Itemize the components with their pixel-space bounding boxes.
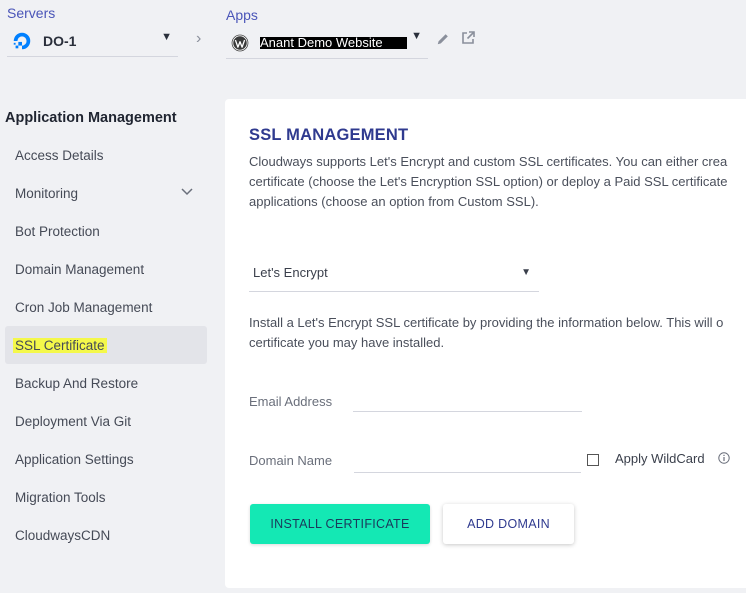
wildcard-checkbox[interactable] bbox=[587, 454, 599, 466]
sidebar-item-label: Cron Job Management bbox=[15, 299, 153, 315]
apps-label: Apps bbox=[226, 7, 258, 23]
add-domain-button[interactable]: ADD DOMAIN bbox=[443, 504, 574, 544]
ssl-description-line: certificate (choose the Let's Encryption… bbox=[249, 174, 728, 189]
caret-down-icon: ▼ bbox=[521, 267, 531, 278]
digitalocean-icon bbox=[13, 32, 31, 49]
page-title: SSL MANAGEMENT bbox=[249, 126, 409, 144]
sidebar-item-label: CloudwaysCDN bbox=[15, 527, 111, 543]
email-label: Email Address bbox=[249, 394, 333, 409]
sidebar-item-migration-tools[interactable]: Migration Tools bbox=[5, 478, 207, 516]
server-name: DO-1 bbox=[43, 32, 77, 49]
sidebar-item-label: Backup And Restore bbox=[15, 375, 139, 391]
sidebar-item-label: Migration Tools bbox=[15, 489, 106, 505]
server-select[interactable]: DO-1 ▼ bbox=[7, 25, 178, 57]
caret-down-icon: ▼ bbox=[161, 31, 172, 43]
wildcard-label: Apply WildCard bbox=[615, 451, 705, 466]
pencil-icon[interactable] bbox=[436, 32, 450, 46]
sidebar-item-domain-management[interactable]: Domain Management bbox=[5, 250, 207, 288]
sidebar-item-backup-and-restore[interactable]: Backup And Restore bbox=[5, 364, 207, 402]
sidebar-item-label: SSL Certificate bbox=[13, 337, 107, 353]
ssl-type-select[interactable]: Let's Encrypt ▼ bbox=[249, 254, 539, 292]
sidebar-item-label: Deployment Via Git bbox=[15, 413, 132, 429]
sidebar-item-access-details[interactable]: Access Details bbox=[5, 136, 207, 174]
chevron-right-icon: › bbox=[196, 30, 202, 47]
caret-down-icon: ▼ bbox=[411, 30, 422, 42]
ssl-type-selected: Let's Encrypt bbox=[253, 265, 328, 280]
install-description-line: Install a Let's Encrypt SSL certificate … bbox=[249, 315, 724, 330]
sidebar-item-deployment-via-git[interactable]: Deployment Via Git bbox=[5, 402, 207, 440]
chevron-down-icon bbox=[181, 188, 193, 196]
sidebar-item-label: Bot Protection bbox=[15, 223, 100, 239]
wordpress-icon bbox=[231, 34, 249, 51]
email-field[interactable] bbox=[353, 386, 582, 412]
domain-label: Domain Name bbox=[249, 453, 333, 468]
sidebar-item-label: Domain Management bbox=[15, 261, 145, 277]
sidebar-item-label: Monitoring bbox=[15, 185, 79, 201]
sidebar-item-cloudwayscdn[interactable]: CloudwaysCDN bbox=[5, 516, 207, 554]
info-icon[interactable] bbox=[718, 452, 730, 464]
servers-label: Servers bbox=[7, 5, 56, 21]
domain-field[interactable] bbox=[354, 447, 581, 473]
ssl-description: Cloudways supports Let's Encrypt and cus… bbox=[249, 152, 746, 212]
app-select[interactable]: Anant Demo Website ▼ bbox=[226, 27, 428, 59]
install-description-line: certificate you may have installed. bbox=[249, 335, 445, 350]
sidebar-item-ssl-certificate[interactable]: SSL Certificate bbox=[5, 326, 207, 364]
sidebar-item-application-settings[interactable]: Application Settings bbox=[5, 440, 207, 478]
sidebar-item-bot-protection[interactable]: Bot Protection bbox=[5, 212, 207, 250]
sidebar-item-monitoring[interactable]: Monitoring bbox=[5, 174, 207, 212]
install-certificate-button[interactable]: INSTALL CERTIFICATE bbox=[250, 504, 430, 544]
ssl-management-panel: SSL MANAGEMENT Cloudways supports Let's … bbox=[225, 99, 746, 588]
app-name: Anant Demo Website bbox=[260, 36, 407, 49]
external-link-icon[interactable] bbox=[460, 30, 476, 46]
ssl-description-line: applications (choose an option from Cust… bbox=[249, 194, 539, 209]
sidebar-nav: Access Details Monitoring Bot Protection… bbox=[5, 136, 207, 554]
sidebar-item-label: Application Settings bbox=[15, 451, 134, 467]
install-description: Install a Let's Encrypt SSL certificate … bbox=[249, 313, 746, 353]
ssl-description-line: Cloudways supports Let's Encrypt and cus… bbox=[249, 154, 728, 169]
sidebar-item-label: Access Details bbox=[15, 147, 104, 163]
sidebar-item-cron-job-management[interactable]: Cron Job Management bbox=[5, 288, 207, 326]
sidebar-title: Application Management bbox=[5, 110, 177, 126]
